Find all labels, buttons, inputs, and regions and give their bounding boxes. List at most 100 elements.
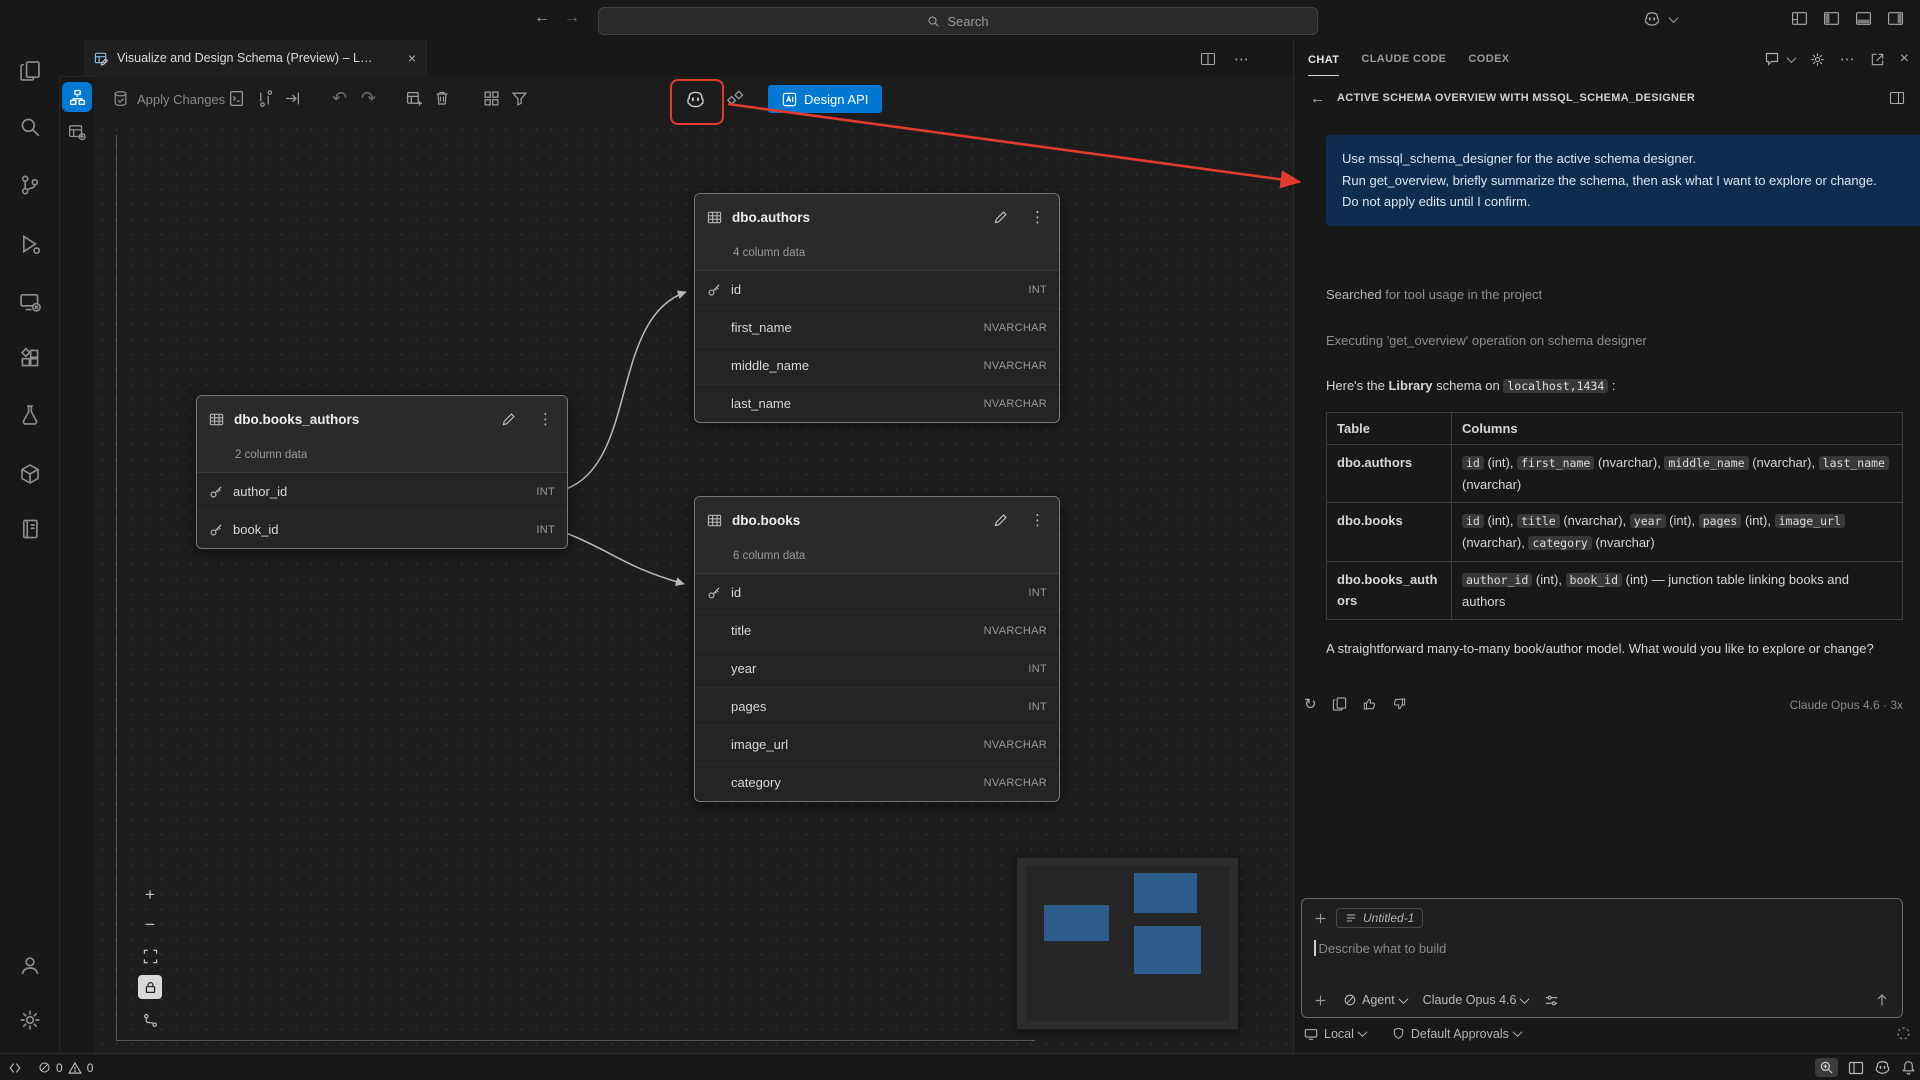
search-sidebar-icon[interactable] (17, 114, 43, 140)
agent-mode-picker[interactable]: Agent (1343, 993, 1407, 1007)
column-row-title[interactable]: titleNVARCHAR (695, 611, 1059, 649)
diagram-table-books[interactable]: dbo.books ⋮ 6 column data idINTtitleNVAR… (694, 496, 1060, 802)
add-table-icon[interactable] (406, 90, 423, 107)
lock-position-button[interactable] (138, 975, 162, 999)
thumbs-up-icon[interactable] (1362, 695, 1377, 713)
column-row-id[interactable]: idINT (695, 271, 1059, 308)
open-in-editor-icon[interactable] (1889, 90, 1905, 106)
tab-close-icon[interactable]: × (408, 50, 416, 66)
toggle-panel-icon[interactable] (1855, 10, 1872, 27)
zoom-status-button[interactable] (1815, 1058, 1838, 1077)
remote-indicator[interactable] (0, 1061, 30, 1075)
column-row-middle_name[interactable]: middle_nameNVARCHAR (695, 346, 1059, 384)
diagram-table-authors[interactable]: dbo.authors ⋮ 4 column data idINTfirst_n… (694, 193, 1060, 423)
extensions-icon[interactable] (17, 345, 43, 371)
chat-input-box[interactable]: Untitled-1 Describe what to build Agent … (1301, 898, 1903, 1018)
source-control-icon[interactable] (17, 172, 43, 198)
close-panel-icon[interactable]: × (1900, 50, 1909, 68)
column-row-pages[interactable]: pagesINT (695, 687, 1059, 725)
containers-icon[interactable] (17, 461, 43, 487)
toggle-secondary-sidebar-icon[interactable] (1887, 10, 1904, 27)
column-row-author_id[interactable]: author_idINT (197, 473, 567, 510)
thread-back-icon[interactable]: ← (1310, 90, 1325, 107)
column-row-book_id[interactable]: book_idINT (197, 510, 567, 548)
column-row-year[interactable]: yearINT (695, 649, 1059, 687)
apply-changes-button[interactable]: Apply Changes (137, 92, 225, 107)
command-center-search[interactable]: Search (598, 7, 1318, 35)
column-type: INT (1028, 587, 1047, 599)
problems-indicator[interactable]: 0 0 (30, 1061, 101, 1075)
zoom-fit-button[interactable] (138, 944, 162, 968)
toggle-connectors-button[interactable] (138, 1008, 162, 1032)
accounts-icon[interactable] (17, 953, 43, 979)
testing-icon[interactable] (17, 402, 43, 428)
chat-input-placeholder[interactable]: Describe what to build (1319, 941, 1447, 956)
approvals-picker[interactable]: Default Approvals (1392, 1027, 1521, 1041)
editor-layout-icon[interactable] (1848, 1060, 1864, 1076)
run-debug-icon[interactable] (17, 231, 43, 257)
editor-actions-more-icon[interactable]: ⋯ (1234, 50, 1249, 68)
delete-table-icon[interactable] (434, 90, 450, 106)
maximize-panel-icon[interactable] (1870, 52, 1885, 67)
thumbs-down-icon[interactable] (1392, 695, 1407, 713)
nav-forward-icon[interactable]: → (564, 9, 580, 27)
model-picker[interactable]: Claude Opus 4.6 (1423, 993, 1529, 1007)
copilot-status-icon[interactable] (1874, 1059, 1891, 1076)
column-row-first_name[interactable]: first_nameNVARCHAR (695, 308, 1059, 346)
redo-icon[interactable]: ↷ (361, 88, 376, 109)
table-menu-icon[interactable]: ⋮ (1028, 511, 1047, 529)
open-definition-icon[interactable] (284, 90, 301, 107)
notebook-icon[interactable] (17, 516, 43, 542)
generate-script-icon[interactable] (228, 90, 245, 107)
attach-icon[interactable] (1314, 994, 1327, 1007)
nav-back-icon[interactable]: ← (534, 9, 550, 27)
tab-visualize-design-schema[interactable]: Visualize and Design Schema (Preview) – … (84, 40, 427, 76)
undo-icon[interactable]: ↶ (332, 88, 347, 109)
notifications-bell-icon[interactable] (1901, 1060, 1916, 1075)
toggle-primary-sidebar-icon[interactable] (1823, 10, 1840, 27)
new-chat-menu[interactable] (1764, 51, 1795, 67)
diagram-table-books-authors[interactable]: dbo.books_authors ⋮ 2 column data author… (196, 395, 568, 549)
zoom-in-button[interactable]: + (138, 883, 162, 907)
table-menu-icon[interactable]: ⋮ (1028, 208, 1047, 226)
copilot-session-menu[interactable] (1643, 10, 1677, 28)
step-searched[interactable]: Searched for tool usage in the project (1326, 287, 1542, 302)
tab-codex[interactable]: CODEX (1468, 53, 1509, 65)
edit-table-icon[interactable] (993, 513, 1008, 528)
filter-icon[interactable] (511, 90, 528, 107)
column-row-id[interactable]: idINT (695, 574, 1059, 611)
edit-table-icon[interactable] (993, 210, 1008, 225)
chat-settings-gear-icon[interactable] (1810, 52, 1825, 67)
copy-icon[interactable] (1332, 695, 1347, 713)
send-icon[interactable] (1874, 992, 1890, 1008)
settings-gear-icon[interactable] (17, 1007, 43, 1033)
zoom-out-button[interactable]: − (138, 913, 162, 937)
customize-layout-icon[interactable] (1791, 10, 1808, 27)
auto-layout-icon[interactable] (483, 90, 500, 107)
copilot-schema-icon[interactable] (685, 89, 706, 110)
retry-icon[interactable]: ↻ (1304, 695, 1317, 713)
tab-chat[interactable]: CHAT (1308, 43, 1339, 76)
column-row-image_url[interactable]: image_urlNVARCHAR (695, 725, 1059, 763)
remote-explorer-icon[interactable] (17, 289, 43, 315)
column-row-last_name[interactable]: last_nameNVARCHAR (695, 384, 1059, 422)
chat-more-icon[interactable]: ⋯ (1840, 50, 1855, 68)
context-file-pill[interactable]: Untitled-1 (1336, 908, 1423, 928)
add-context-icon[interactable] (1314, 912, 1327, 925)
designer-nav-table-properties[interactable] (65, 120, 89, 144)
tab-claude-code[interactable]: CLAUDE CODE (1361, 53, 1446, 65)
tools-sliders-icon[interactable] (1544, 993, 1559, 1008)
designer-nav-schema-view[interactable] (62, 82, 92, 112)
environment-picker[interactable]: Local (1304, 1027, 1366, 1041)
session-status-icon[interactable] (1896, 1026, 1911, 1041)
table-menu-icon[interactable]: ⋮ (536, 410, 555, 428)
column-row-category[interactable]: categoryNVARCHAR (695, 763, 1059, 801)
explorer-icon[interactable] (17, 58, 43, 84)
design-api-button[interactable]: Design API (768, 85, 882, 113)
split-editor-icon[interactable] (1200, 51, 1216, 67)
minimap[interactable] (1016, 857, 1239, 1030)
compare-changes-icon[interactable] (256, 90, 273, 107)
arrange-tables-icon[interactable] (727, 90, 744, 107)
edit-table-icon[interactable] (501, 412, 516, 427)
apply-changes-icon[interactable] (112, 90, 129, 107)
